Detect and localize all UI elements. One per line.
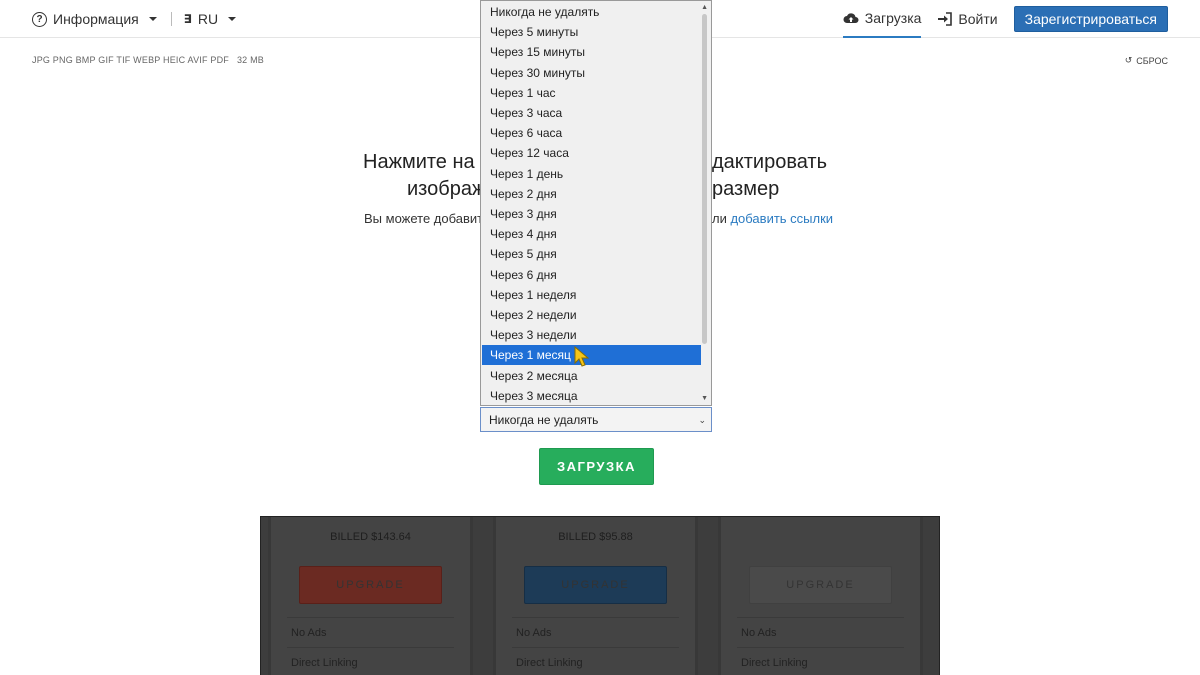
dropdown-option[interactable]: Через 3 недели [482, 325, 701, 345]
upgrade-button[interactable]: UPGRADE [299, 566, 442, 604]
dropdown-option[interactable]: Через 1 день [482, 164, 701, 184]
chevron-down-icon: ⌄ [698, 415, 706, 425]
subline-right: ли добавить ссылки [712, 211, 833, 226]
divider [737, 617, 904, 618]
dropdown-option[interactable]: Через 2 месяца [482, 366, 701, 386]
dropdown-option[interactable]: Через 2 дня [482, 184, 701, 204]
formats-list: JPG PNG BMP GIF TIF WEBP HEIC AVIF PDF [32, 55, 229, 65]
headline-fragment: дактировать [712, 151, 828, 173]
language-menu[interactable]: ∃ RU [183, 11, 237, 27]
dropdown-option[interactable]: Через 15 минуты [482, 42, 701, 62]
plan-feature: No Ads [741, 627, 777, 639]
dropdown-option[interactable]: Через 1 час [482, 83, 701, 103]
divider [287, 647, 454, 648]
divider [287, 617, 454, 618]
register-button[interactable]: Зарегистрироваться [1013, 6, 1168, 32]
expiry-dropdown-list[interactable]: ▲ ▼ Никогда не удалять Через 5 минуты Чере… [480, 0, 712, 406]
dropdown-option[interactable]: Через 12 часа [482, 143, 701, 163]
dropdown-option[interactable]: Через 6 часа [482, 123, 701, 143]
subline-fragment: ли [712, 211, 731, 226]
plan-feature: Direct Linking [741, 657, 808, 669]
scroll-up-icon[interactable]: ▲ [701, 4, 708, 11]
dropdown-option[interactable]: Через 4 дня [482, 224, 701, 244]
subline-fragment: Вы можете добавит [364, 211, 484, 226]
sign-in-icon [938, 12, 953, 26]
plan-billed: BILLED $143.64 [330, 531, 411, 543]
plan-feature: Direct Linking [291, 657, 358, 669]
dropdown-option[interactable]: Через 1 месяц [482, 345, 701, 366]
reset-label: СБРОС [1136, 55, 1168, 66]
dropdown-option[interactable]: Через 2 недели [482, 305, 701, 325]
headline-fragment: размер [712, 178, 780, 200]
divider [512, 647, 679, 648]
info-menu-label: Информация [53, 11, 139, 27]
divider [170, 12, 172, 26]
pricing-overlay: BILLED $143.64 UPGRADE No Ads Direct Lin… [260, 516, 940, 675]
nav-upload-label: Загрузка [864, 10, 922, 26]
dropdown-option[interactable]: Через 5 дня [482, 244, 701, 264]
scroll-down-icon[interactable]: ▼ [701, 395, 708, 402]
headline-fragment: Нажмите на [363, 151, 475, 173]
nav-right: Загрузка Войти Зарегистрироваться [842, 0, 1168, 38]
caret-down-icon [148, 17, 157, 21]
upgrade-button[interactable]: UPGRADE [749, 566, 892, 604]
nav-login-label: Войти [958, 11, 998, 27]
nav-login-link[interactable]: Войти [937, 0, 998, 38]
dropdown-option[interactable]: Через 3 часа [482, 103, 701, 123]
plan-billed: BILLED $95.88 [558, 531, 633, 543]
plan-feature: Direct Linking [516, 657, 583, 669]
caret-down-icon [228, 17, 237, 21]
max-size: 32 MB [236, 55, 264, 65]
expiry-select[interactable]: Никогда не удалять ⌄ [480, 407, 712, 432]
dropdown-option[interactable]: Через 30 минуты [482, 63, 701, 83]
dropdown-option[interactable]: Через 6 дня [482, 265, 701, 285]
expiry-select-value: Никогда не удалять [489, 412, 599, 427]
dropdown-option[interactable]: Через 1 неделя [482, 285, 701, 305]
nav-upload-link[interactable]: Загрузка [842, 0, 922, 38]
pricing-plan: BILLED $95.88 UPGRADE No Ads Direct Link… [493, 517, 698, 675]
dropdown-option[interactable]: Через 5 минуты [482, 22, 701, 42]
upgrade-button[interactable]: UPGRADE [524, 566, 667, 604]
language-label: RU [197, 11, 219, 27]
nav-left: ? Информация ∃ RU [32, 0, 237, 38]
plan-feature: No Ads [291, 627, 327, 639]
pricing-plan: UPGRADE No Ads Direct Linking [718, 517, 923, 675]
info-menu[interactable]: ? Информация [32, 11, 157, 27]
divider [737, 647, 904, 648]
upload-button[interactable]: ЗАГРУЗКА [539, 448, 654, 485]
dropdown-option[interactable]: Никогда не удалять [482, 2, 701, 22]
pointer-cursor-icon [574, 346, 590, 367]
supported-formats: JPG PNG BMP GIF TIF WEBP HEIC AVIF PDF 32… [32, 55, 264, 65]
dropdown-option[interactable]: Через 3 месяца [482, 386, 701, 406]
reset-link[interactable]: ↺ СБРОС [1125, 55, 1168, 66]
reset-icon: ↺ [1124, 55, 1133, 65]
scrollbar-thumb[interactable] [702, 14, 707, 344]
plan-feature: No Ads [516, 627, 552, 639]
scrollbar[interactable]: ▲ ▼ [700, 2, 710, 404]
help-icon: ? [32, 11, 47, 27]
headline-fragment: изображ [407, 178, 486, 200]
add-links-link[interactable]: добавить ссылки [730, 211, 833, 226]
divider [512, 617, 679, 618]
pricing-plan: BILLED $143.64 UPGRADE No Ads Direct Lin… [268, 517, 473, 675]
dropdown-option[interactable]: Через 3 дня [482, 204, 701, 224]
language-icon: ∃ [183, 12, 192, 26]
cloud-upload-icon [843, 13, 859, 23]
